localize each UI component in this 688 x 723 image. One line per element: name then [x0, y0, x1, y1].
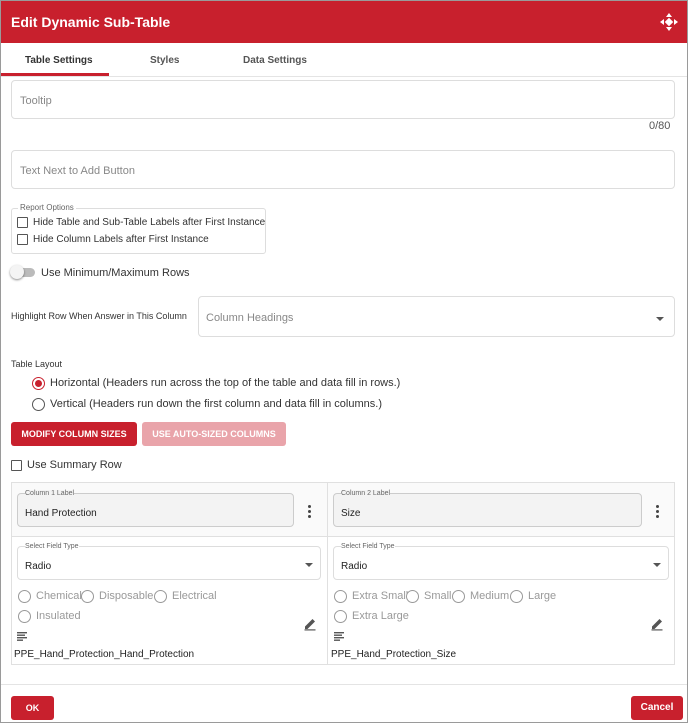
column-2-field-type-value: Radio	[341, 561, 368, 572]
hide-column-labels-label: Hide Column Labels after First Instance	[33, 234, 209, 245]
chevron-down-icon	[653, 563, 661, 567]
horizontal-layout-radio[interactable]	[32, 377, 45, 390]
column-1-field-type-caption: Select Field Type	[25, 543, 79, 550]
ok-button[interactable]: OK	[11, 696, 54, 720]
vertical-layout-label: Vertical (Headers run down the first col…	[50, 398, 382, 410]
hide-table-labels-label: Hide Table and Sub-Table Labels after Fi…	[33, 217, 266, 228]
tooltip-field[interactable]: Tooltip	[11, 80, 675, 119]
option-radio	[334, 590, 347, 603]
option-radio	[510, 590, 523, 603]
highlight-row-label: Highlight Row When Answer in This Column	[11, 311, 187, 321]
modify-column-sizes-button[interactable]: MODIFY COLUMN SIZES	[11, 422, 137, 446]
active-tab-indicator	[1, 73, 109, 76]
min-max-rows-label: Use Minimum/Maximum Rows	[41, 267, 190, 279]
option-label: Large	[528, 590, 557, 602]
summary-row-checkbox[interactable]	[11, 460, 22, 471]
column-2-label-caption: Column 2 Label	[341, 490, 391, 497]
pencil-icon[interactable]	[650, 617, 664, 631]
tooltip-char-counter: 0/80	[649, 120, 671, 132]
column-2-more-icon[interactable]	[656, 505, 659, 518]
use-auto-sized-columns-button[interactable]: USE AUTO-SIZED COLUMNS	[142, 422, 286, 446]
notes-icon	[17, 632, 27, 641]
column-1-field-type-select[interactable]: Select Field Type Radio	[17, 543, 321, 580]
option-radio	[81, 590, 94, 603]
tab-data-settings[interactable]: Data Settings	[243, 55, 307, 66]
table-layout-label: Table Layout	[11, 359, 63, 369]
edit-dynamic-subtable-dialog: Edit Dynamic Sub-Table Table Settings St…	[0, 0, 688, 723]
option-label: Medium	[470, 590, 510, 602]
tab-table-settings[interactable]: Table Settings	[25, 55, 93, 66]
column-2-variable-name: PPE_Hand_Protection_Size	[331, 649, 457, 660]
column-2-field-type-caption: Select Field Type	[341, 543, 395, 550]
column-1-field-type-value: Radio	[25, 561, 52, 572]
option-radio	[452, 590, 465, 603]
add-button-text-placeholder: Text Next to Add Button	[20, 165, 135, 177]
option-radio	[406, 590, 419, 603]
option-label: Electrical	[172, 590, 217, 602]
option-label: Extra Small	[352, 590, 409, 602]
dialog-header[interactable]: Edit Dynamic Sub-Table	[1, 1, 687, 43]
tooltip-placeholder: Tooltip	[20, 95, 52, 107]
option-radio	[154, 590, 167, 603]
toggle-knob[interactable]	[10, 265, 24, 279]
option-label: Disposable	[99, 590, 154, 602]
notes-icon	[334, 632, 344, 641]
report-options-group	[11, 208, 266, 254]
hide-table-labels-checkbox[interactable]	[17, 217, 28, 228]
column-headings-select[interactable]: Column Headings	[198, 296, 675, 337]
column-1-variable-name: PPE_Hand_Protection_Hand_Protection	[14, 649, 195, 660]
column-headings-placeholder: Column Headings	[206, 312, 294, 324]
vertical-layout-radio[interactable]	[32, 398, 45, 411]
column-2-field-type-select[interactable]: Select Field Type Radio	[333, 543, 669, 580]
cancel-button[interactable]: Cancel	[631, 696, 683, 720]
option-label: Chemical	[36, 590, 82, 602]
option-radio	[334, 610, 347, 623]
chevron-down-icon	[305, 563, 313, 567]
column-1-label-caption: Column 1 Label	[25, 490, 75, 497]
pencil-icon[interactable]	[303, 617, 317, 631]
move-arrows-icon[interactable]	[660, 13, 678, 31]
tab-bar: Table Settings Styles Data Settings	[1, 43, 687, 77]
column-2-label-field[interactable]: Column 2 Label Size	[333, 490, 642, 527]
column-1-label-field[interactable]: Column 1 Label Hand Protection	[17, 490, 294, 527]
tab-styles[interactable]: Styles	[150, 55, 179, 66]
report-options-legend: Report Options	[18, 203, 76, 212]
column-1-label-value: Hand Protection	[25, 508, 97, 519]
option-label: Insulated	[36, 610, 81, 622]
hide-column-labels-checkbox[interactable]	[17, 234, 28, 245]
column-1-more-icon[interactable]	[308, 505, 311, 518]
add-button-text-field[interactable]: Text Next to Add Button	[11, 150, 675, 189]
option-label: Small	[424, 590, 452, 602]
dialog-footer	[1, 684, 687, 722]
dialog-title: Edit Dynamic Sub-Table	[11, 14, 171, 30]
horizontal-layout-label: Horizontal (Headers run across the top o…	[50, 377, 401, 389]
option-label: Extra Large	[352, 610, 409, 622]
column-2-label-value: Size	[341, 508, 361, 519]
option-radio	[18, 610, 31, 623]
chevron-down-icon	[656, 317, 664, 321]
summary-row-label: Use Summary Row	[27, 459, 122, 471]
option-radio	[18, 590, 31, 603]
